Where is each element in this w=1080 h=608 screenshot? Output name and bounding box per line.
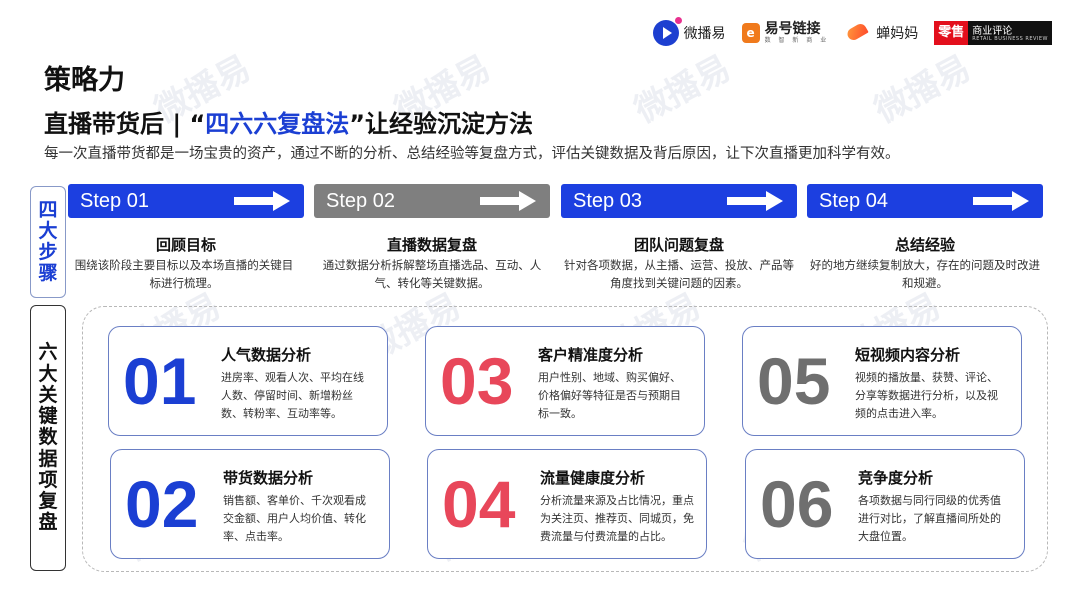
card-title: 人气数据分析	[221, 346, 312, 364]
card-title: 流量健康度分析	[540, 469, 646, 487]
card-03: 03 客户精准度分析 用户性别、地域、购买偏好、价格偏好等特征是否与预期目标一致…	[425, 326, 705, 436]
right-arrow-icon	[973, 191, 1029, 211]
weiboyi-logo-text: 微播易	[683, 26, 726, 42]
step-3-desc: 针对各项数据，从主播、运营、投放、产品等角度找到关键问题的因素。	[564, 258, 794, 290]
label-char: 关	[38, 383, 58, 406]
yihaolianjie-logo-subtext: 数 智 新 商 业	[764, 37, 830, 44]
yihaolianjie-icon: e	[741, 23, 760, 43]
card-05: 05 短视频内容分析 视频的播放量、获赞、评论、分享等数据进行分析，以及视频的点…	[742, 326, 1022, 436]
card-title: 竞争度分析	[858, 469, 934, 487]
step-4-desc: 好的地方继续复制放大，存在的问题及时改进和规避。	[810, 258, 1040, 290]
card-number: 02	[125, 467, 199, 541]
subtitle-highlight: 四六六复盘法	[205, 110, 350, 138]
card-number: 03	[440, 344, 514, 418]
right-arrow-icon	[727, 191, 783, 211]
step-3-label: Step 03	[573, 189, 642, 212]
card-desc: 分析流量来源及占比情况，重点为关注页、推荐页、同城页，免费流量与付费流量的占比。	[540, 494, 694, 543]
yihaolianjie-logo: e 易号链接 数 智 新 商 业	[741, 21, 830, 44]
card-desc: 进房率、观看人次、平均在线人数、停留时间、新增粉丝数、转粉率、互动率等。	[221, 371, 364, 420]
step-2-desc: 通过数据分析拆解整场直播选品、互动、人气、转化等关键数据。	[322, 258, 542, 290]
step-4-banner: Step 04	[807, 184, 1043, 218]
label-char: 步	[38, 241, 58, 263]
label-char: 骤	[38, 261, 58, 284]
lingshou-logo-en: RETAIL BUSINESS REVIEW	[972, 35, 1048, 42]
partner-logos: 微播易 e 易号链接 数 智 新 商 业 蝉妈妈 零售 商业评论 RETAIL …	[652, 14, 1052, 52]
page-subtitle: 直播带货后 | “四六六复盘法”让经验沉淀方法	[44, 104, 533, 139]
label-char: 六	[38, 341, 58, 364]
step-3-banner: Step 03	[561, 184, 797, 218]
watermark: 微播易	[628, 47, 738, 132]
label-char: 键	[38, 405, 58, 428]
subtitle-suffix: ”让经验沉淀方法	[349, 110, 534, 138]
card-desc: 视频的播放量、获赞、评论、分享等数据进行分析，以及视频的点击进入率。	[855, 371, 998, 420]
step-1-desc: 围绕该阶段主要目标以及本场直播的关键目标进行梳理。	[74, 258, 294, 290]
right-arrow-icon	[480, 191, 536, 211]
label-char: 项	[38, 468, 58, 491]
label-char: 大	[38, 362, 58, 385]
card-02: 02 带货数据分析 销售额、客单价、千次观看成交金额、用户人均价值、转化率、点击…	[110, 449, 390, 559]
weiboyi-play-icon	[652, 17, 682, 46]
watermark: 微播易	[868, 47, 978, 132]
label-char: 大	[38, 220, 58, 243]
chanmama-logo-text: 蝉妈妈	[876, 26, 919, 42]
step-2-title: 直播数据复盘	[386, 236, 477, 254]
lingshou-logo-red: 零售	[934, 21, 969, 45]
card-04: 04 流量健康度分析 分析流量来源及占比情况，重点为关注页、推荐页、同城页，免费…	[427, 449, 707, 559]
card-title: 短视频内容分析	[855, 346, 961, 364]
card-title: 客户精准度分析	[538, 346, 644, 364]
label-char: 四	[38, 199, 58, 222]
lingshou-logo: 零售 商业评论 RETAIL BUSINESS REVIEW	[934, 21, 1052, 45]
six-items-label: 六 大 关 键 数 据 项 复 盘	[30, 305, 66, 571]
weiboyi-logo: 微播易	[652, 17, 726, 46]
step-1-label: Step 01	[80, 189, 149, 212]
label-char: 数	[38, 426, 58, 449]
step-4-label: Step 04	[819, 189, 888, 212]
chanmama-logo: 蝉妈妈	[845, 22, 918, 44]
card-06: 06 竞争度分析 各项数据与同行同级的优秀值进行对比，了解直播间所处的大盘位置。	[745, 449, 1025, 559]
four-steps-label: 四 大 步 骤	[30, 186, 66, 298]
step-4-title: 总结经验	[894, 236, 955, 254]
page-title: 策略力	[44, 65, 125, 96]
chanmama-icon	[845, 22, 871, 44]
step-2-label: Step 02	[326, 189, 395, 212]
card-01: 01 人气数据分析 进房率、观看人次、平均在线人数、停留时间、新增粉丝数、转粉率…	[108, 326, 388, 436]
card-desc: 销售额、客单价、千次观看成交金额、用户人均价值、转化率、点击率。	[223, 494, 366, 543]
card-number: 05	[757, 344, 831, 418]
card-number: 01	[123, 344, 197, 418]
step-1-banner: Step 01	[68, 184, 304, 218]
right-arrow-icon	[234, 191, 290, 211]
card-number: 06	[760, 467, 834, 541]
yihaolianjie-logo-text: 易号链接	[764, 21, 821, 37]
label-char: 复	[38, 490, 58, 513]
card-desc: 用户性别、地域、购买偏好、价格偏好等特征是否与预期目标一致。	[538, 371, 681, 420]
step-1-title: 回顾目标	[155, 236, 216, 254]
label-char: 盘	[38, 511, 58, 534]
page-description: 每一次直播带货都是一场宝贵的资产，通过不断的分析、总结经验等复盘方式，评估关键数…	[44, 146, 900, 162]
step-3-title: 团队问题复盘	[633, 236, 724, 254]
card-desc: 各项数据与同行同级的优秀值进行对比，了解直播间所处的大盘位置。	[858, 494, 1001, 543]
subtitle-prefix: 直播带货后 | “	[44, 110, 206, 138]
card-number: 04	[442, 467, 516, 541]
label-char: 据	[38, 447, 58, 470]
step-2-banner: Step 02	[314, 184, 550, 218]
card-title: 带货数据分析	[223, 469, 314, 487]
